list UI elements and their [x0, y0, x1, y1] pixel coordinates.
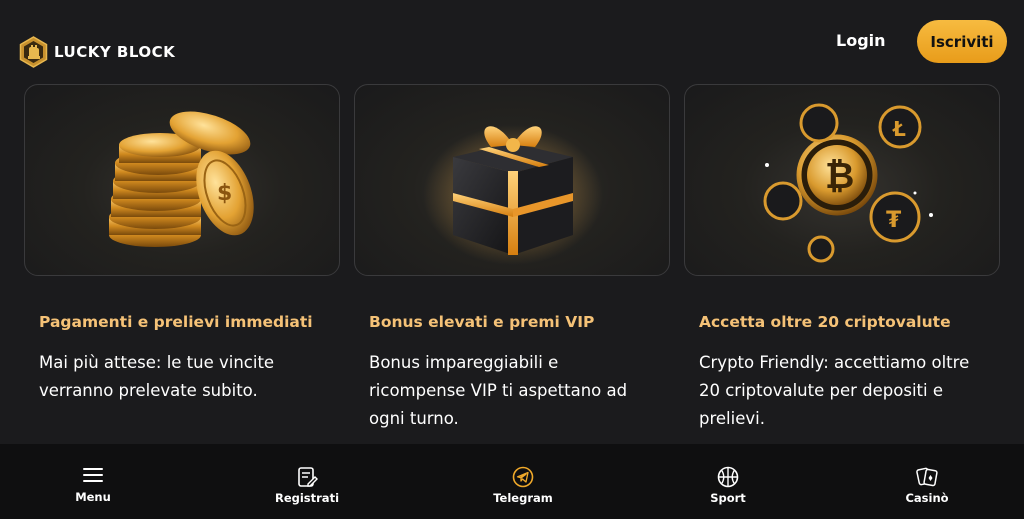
nav-item-sport[interactable]: Sport [668, 444, 788, 519]
feature-title-bonus: Bonus elevati e premi VIP [369, 313, 595, 331]
logo-text: LUCKY BLOCK [54, 43, 176, 61]
feature-image-coins: $ [24, 84, 340, 276]
cards-icon [916, 467, 938, 487]
svg-text:Ł: Ł [892, 117, 906, 141]
basketball-icon [717, 466, 739, 488]
nav-label-casino: Casinò [905, 491, 949, 505]
nav-item-telegram[interactable]: Telegram [463, 444, 583, 519]
nav-label-telegram: Telegram [493, 491, 553, 505]
feature-title-crypto: Accetta oltre 20 criptovalute [699, 313, 951, 331]
feature-image-gift [354, 84, 670, 276]
gift-box-icon [423, 125, 603, 265]
nav-label-register: Registrati [274, 491, 340, 505]
top-header: LUCKY BLOCK Login Iscriviti [0, 0, 1024, 84]
svg-text:₮: ₮ [886, 208, 902, 233]
nav-item-menu[interactable]: Menu [33, 444, 153, 519]
logo-icon [19, 36, 48, 68]
gold-coins-stack-icon: $ [109, 111, 254, 247]
logo[interactable]: LUCKY BLOCK [19, 36, 175, 68]
telegram-icon [512, 466, 534, 488]
nav-label-menu: Menu [75, 490, 111, 504]
signup-button[interactable]: Iscriviti [917, 20, 1007, 63]
svg-text:₿: ₿ [825, 156, 854, 197]
register-icon [298, 467, 318, 487]
feature-description-payments: Mai più attese: le tue vincite verranno … [39, 353, 275, 400]
bottom-navigation: Menu Registrati Telegram Sport Casinò [0, 444, 1024, 519]
hamburger-icon [83, 468, 103, 482]
feature-title-payments: Pagamenti e prelievi immediati [39, 313, 313, 331]
crypto-coins-icon: ₿ Ł ₮ [763, 103, 933, 263]
nav-item-casino[interactable]: Casinò [867, 444, 987, 519]
nav-item-register[interactable]: Registrati [247, 444, 367, 519]
feature-image-crypto: ₿ Ł ₮ [684, 84, 1000, 276]
feature-description-bonus: Bonus impareggiabili e ricompense VIP ti… [369, 353, 628, 428]
nav-label-sport: Sport [710, 491, 746, 505]
svg-text:$: $ [217, 181, 232, 206]
login-link[interactable]: Login [836, 31, 886, 50]
feature-description-crypto: Crypto Friendly: accettiamo oltre 20 cri… [699, 353, 970, 428]
